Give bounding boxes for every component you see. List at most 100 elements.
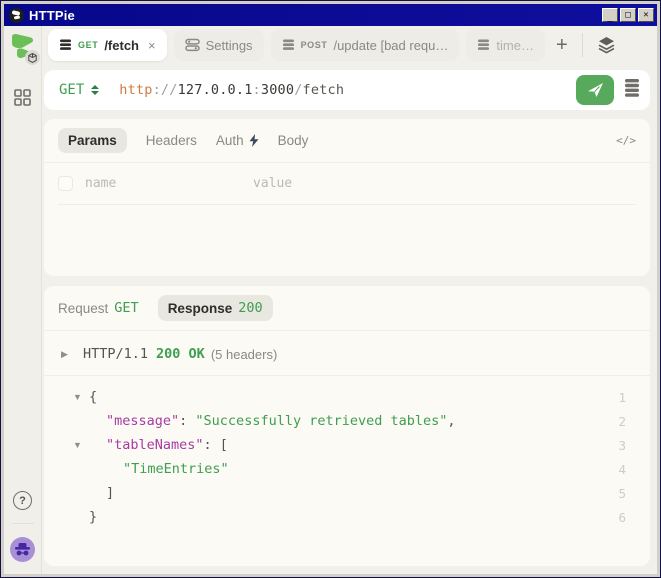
code-text: "tableNames": [ — [106, 437, 228, 453]
code-line[interactable]: "message": "Successfully retrieved table… — [44, 409, 650, 433]
tab-time-[interactable]: time… — [466, 29, 545, 61]
line-number: 6 — [618, 510, 650, 525]
url-segment-sep: : — [253, 82, 261, 98]
incognito-avatar[interactable] — [10, 537, 35, 562]
maximize-button[interactable]: □ — [620, 8, 636, 22]
fold-open-icon[interactable]: ▼ — [73, 440, 89, 450]
json-pun: : [ — [204, 437, 228, 453]
request-editor-panel: Params Headers Auth Body </> name value — [44, 119, 650, 276]
tab-auth[interactable]: Auth — [216, 133, 259, 148]
tab-label: time… — [496, 38, 534, 53]
settings-icon — [185, 38, 200, 52]
window-app-icon — [9, 8, 24, 23]
fold-open-icon[interactable]: ▼ — [73, 392, 89, 402]
minimize-button[interactable]: _ — [602, 8, 618, 22]
json-pun: } — [89, 509, 97, 525]
tab-params[interactable]: Params — [58, 128, 127, 153]
divider — [582, 33, 583, 57]
tab-body[interactable]: Body — [278, 133, 309, 148]
param-name-input[interactable]: name — [85, 176, 253, 191]
tab-label: /update [bad requ… — [333, 38, 448, 53]
code-line[interactable]: ]5 — [44, 481, 650, 505]
json-str: "TimeEntries" — [123, 461, 229, 477]
window-titlebar[interactable]: HTTPie _□✕ — [4, 4, 657, 26]
response-status-line[interactable]: ▶ HTTP/1.1 200 OK (5 headers) — [44, 331, 650, 375]
tab-response-label: Response — [168, 301, 233, 316]
httpie-logo[interactable] — [10, 33, 36, 63]
app-body: ? GET/fetch × Settings POST/update [bad req… — [4, 26, 657, 574]
requests-stack-icon — [477, 38, 490, 52]
request-editor-tabs: Params Headers Auth Body </> — [44, 119, 650, 162]
param-row: name value — [44, 163, 650, 204]
paper-plane-icon — [587, 82, 604, 98]
database-stack-icon[interactable] — [623, 77, 641, 104]
json-pun: : — [179, 413, 195, 429]
tab-headers[interactable]: Headers — [146, 133, 197, 148]
requests-stack-icon — [282, 38, 295, 52]
window-controls: _□✕ — [602, 8, 654, 22]
tab--update-bad-requ-[interactable]: POST/update [bad requ… — [271, 29, 460, 61]
tab-response[interactable]: Response 200 — [158, 295, 273, 321]
json-pun: ] — [106, 485, 114, 501]
app-window: HTTPie _□✕ ? — [0, 0, 661, 578]
fold-closed-icon[interactable]: ▶ — [61, 349, 76, 360]
tab-request-label: Request — [58, 301, 108, 316]
url-segment-path: fetch — [303, 82, 345, 98]
new-tab-button[interactable]: + — [552, 34, 572, 57]
code-text: { — [89, 389, 97, 405]
url-segment-scheme: http — [119, 82, 152, 98]
line-number: 3 — [618, 438, 650, 453]
code-text: } — [89, 509, 97, 525]
tab-method: GET — [78, 40, 98, 50]
status-code: 200 OK — [156, 346, 205, 362]
editor-tab-label: Body — [278, 133, 309, 148]
close-icon[interactable]: × — [148, 38, 156, 53]
chevron-updown-icon — [91, 85, 99, 95]
left-sidebar: ? — [4, 26, 42, 574]
line-number: 4 — [618, 462, 650, 477]
environment-cube-icon[interactable] — [25, 50, 40, 65]
json-pun: , — [447, 413, 455, 429]
help-icon[interactable]: ? — [13, 491, 32, 510]
tab-label: Settings — [206, 38, 253, 53]
response-body[interactable]: ▼{1 "message": "Successfully retrieved ta… — [44, 376, 650, 566]
code-line[interactable]: ▼{1 — [44, 385, 650, 409]
tab--fetch[interactable]: GET/fetch × — [48, 29, 167, 61]
url-segment-host: 3000 — [261, 82, 294, 98]
param-value-input[interactable]: value — [253, 176, 292, 191]
line-number: 2 — [618, 414, 650, 429]
url-segment-host: 127.0.0.1 — [178, 82, 253, 98]
collections-grid-icon[interactable] — [14, 89, 31, 111]
sidebar-divider — [12, 523, 34, 524]
tab-request[interactable]: Request GET — [58, 300, 139, 316]
bolt-icon — [249, 134, 259, 147]
close-button[interactable]: ✕ — [638, 8, 654, 22]
editor-tab-label: Params — [68, 133, 117, 148]
tab-response-status: 200 — [238, 300, 262, 316]
layers-icon[interactable] — [593, 36, 620, 54]
json-key: "message" — [106, 413, 179, 429]
editor-tab-label: Headers — [146, 133, 197, 148]
line-number: 5 — [618, 486, 650, 501]
method-selector[interactable]: GET — [59, 82, 99, 98]
tab-settings[interactable]: Settings — [174, 29, 264, 61]
param-checkbox[interactable] — [58, 176, 73, 191]
url-segment-sep: :// — [153, 82, 178, 98]
code-line[interactable]: ▼ "tableNames": [ 3 — [44, 433, 650, 457]
request-url-bar: GET http://127.0.0.1:3000/fetch — [44, 70, 650, 110]
tab-request-method: GET — [114, 300, 138, 316]
send-button[interactable] — [576, 75, 614, 105]
tab-method: POST — [301, 40, 328, 50]
code-view-toggle[interactable]: </> — [616, 134, 636, 147]
url-input[interactable]: http://127.0.0.1:3000/fetch — [119, 82, 344, 98]
code-text: "message": "Successfully retrieved table… — [106, 413, 456, 429]
tab-label: /fetch — [104, 38, 139, 53]
divider — [58, 204, 636, 205]
editor-tab-label: Auth — [216, 133, 244, 148]
code-line[interactable]: }6 — [44, 505, 650, 529]
code-text: ] — [106, 485, 114, 501]
main-column: GET/fetch × Settings POST/update [bad requ…… — [42, 26, 657, 574]
code-line[interactable]: "TimeEntries" 4 — [44, 457, 650, 481]
method-selector-value: GET — [59, 82, 84, 98]
status-headers-note: (5 headers) — [211, 347, 277, 362]
